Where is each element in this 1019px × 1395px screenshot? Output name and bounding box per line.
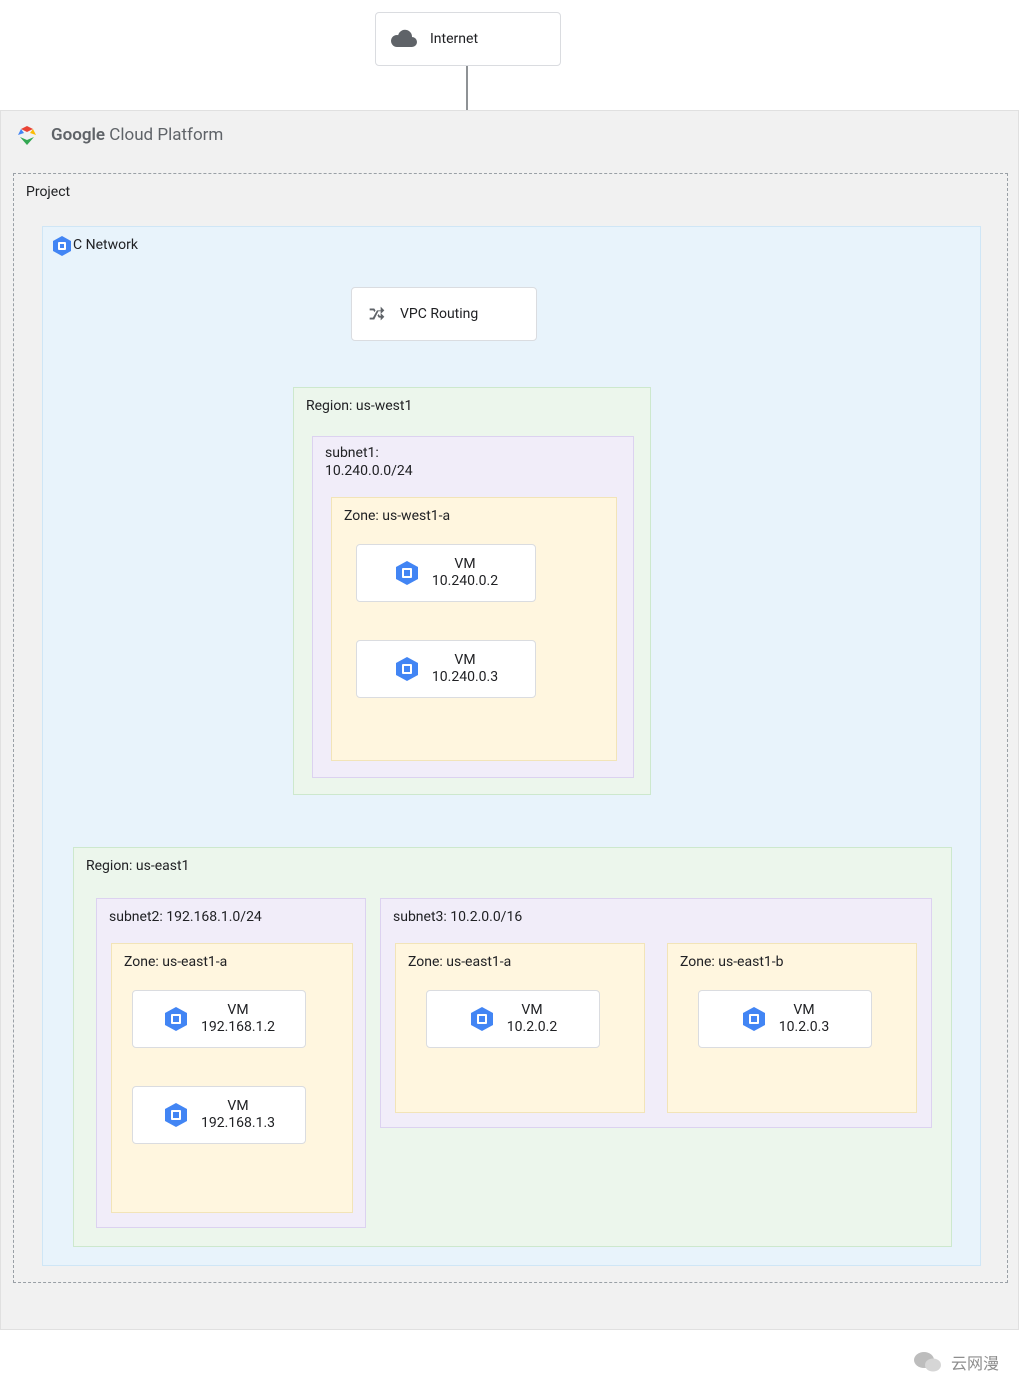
vm-label: VM	[432, 556, 498, 574]
cloud-icon	[390, 29, 418, 49]
region-west: Region: us-west1 subnet1: 10.240.0.0/24 …	[293, 387, 651, 795]
vm-label: VM	[507, 1002, 557, 1020]
vm-label: VM	[779, 1002, 829, 1020]
compute-icon	[163, 1006, 189, 1032]
internet-card: Internet	[375, 12, 561, 66]
zone-usw1a: Zone: us-west1-a VM 10.240.0.2	[331, 497, 617, 761]
vm-10-2-0-2: VM 10.2.0.2	[426, 990, 600, 1048]
vm-ip: 10.240.0.3	[432, 669, 498, 687]
vm-10-240-0-3: VM 10.240.0.3	[356, 640, 536, 698]
watermark-text: 云网漫	[951, 1350, 999, 1374]
vm-ip: 10.240.0.2	[432, 573, 498, 591]
vm-ip: 10.2.0.2	[507, 1019, 557, 1037]
region-east-label: Region: us-east1	[86, 858, 189, 874]
zone-usw1a-label: Zone: us-west1-a	[344, 508, 450, 524]
zone-use1b-s3: Zone: us-east1-b VM 10.2.0.3	[667, 943, 917, 1113]
vm-192-168-1-2: VM 192.168.1.2	[132, 990, 306, 1048]
vm-label: VM	[201, 1098, 275, 1116]
compute-icon	[394, 656, 420, 682]
zone-use1a-s2-label: Zone: us-east1-a	[124, 954, 227, 970]
project-container: Project C Network VPC Routing Region: us…	[13, 173, 1008, 1283]
subnet3-label: subnet3: 10.2.0.0/16	[393, 909, 522, 925]
zone-use1a-s3-label: Zone: us-east1-a	[408, 954, 511, 970]
vpc-network-container: C Network VPC Routing Region: us-west1 s…	[42, 226, 981, 1266]
vm-label: VM	[201, 1002, 275, 1020]
subnet1: subnet1: 10.240.0.0/24 Zone: us-west1-a …	[312, 436, 634, 778]
wechat-icon	[913, 1349, 943, 1375]
vm-label: VM	[432, 652, 498, 670]
vm-10-240-0-2: VM 10.240.0.2	[356, 544, 536, 602]
gcp-logo-icon	[13, 123, 41, 151]
diagram-canvas: Internet Google Cloud Platform Project C…	[0, 0, 1019, 1395]
internet-label: Internet	[430, 30, 478, 48]
gcp-title: Google Cloud Platform	[51, 125, 223, 145]
vm-ip: 10.2.0.3	[779, 1019, 829, 1037]
zone-use1a-s3: Zone: us-east1-a VM 10.2.0.2	[395, 943, 645, 1113]
vm-ip: 192.168.1.2	[201, 1019, 275, 1037]
compute-icon	[394, 560, 420, 586]
vm-10-2-0-3: VM 10.2.0.3	[698, 990, 872, 1048]
subnet1-cidr: 10.240.0.0/24	[325, 463, 413, 479]
subnet2: subnet2: 192.168.1.0/24 Zone: us-east1-a…	[96, 898, 366, 1228]
zone-use1b-s3-label: Zone: us-east1-b	[680, 954, 784, 970]
vpc-routing-card: VPC Routing	[351, 287, 537, 341]
compute-icon	[741, 1006, 767, 1032]
region-east: Region: us-east1 subnet2: 192.168.1.0/24…	[73, 847, 952, 1247]
gcp-container: Google Cloud Platform Project C Network …	[0, 110, 1019, 1330]
subnet2-label: subnet2: 192.168.1.0/24	[109, 909, 262, 925]
vpc-routing-label: VPC Routing	[400, 305, 478, 323]
project-label: Project	[26, 184, 70, 200]
vpc-label: C Network	[73, 237, 138, 253]
compute-icon	[469, 1006, 495, 1032]
watermark: 云网漫	[913, 1349, 999, 1375]
compute-icon	[163, 1102, 189, 1128]
region-west-label: Region: us-west1	[306, 398, 412, 414]
vpc-network-icon	[51, 235, 73, 257]
subnet3: subnet3: 10.2.0.0/16 Zone: us-east1-a VM…	[380, 898, 932, 1128]
subnet1-label: subnet1:	[325, 445, 379, 461]
shuffle-icon	[366, 303, 388, 325]
vm-192-168-1-3: VM 192.168.1.3	[132, 1086, 306, 1144]
zone-use1a-s2: Zone: us-east1-a VM 192.168.1.2	[111, 943, 353, 1213]
vm-ip: 192.168.1.3	[201, 1115, 275, 1133]
